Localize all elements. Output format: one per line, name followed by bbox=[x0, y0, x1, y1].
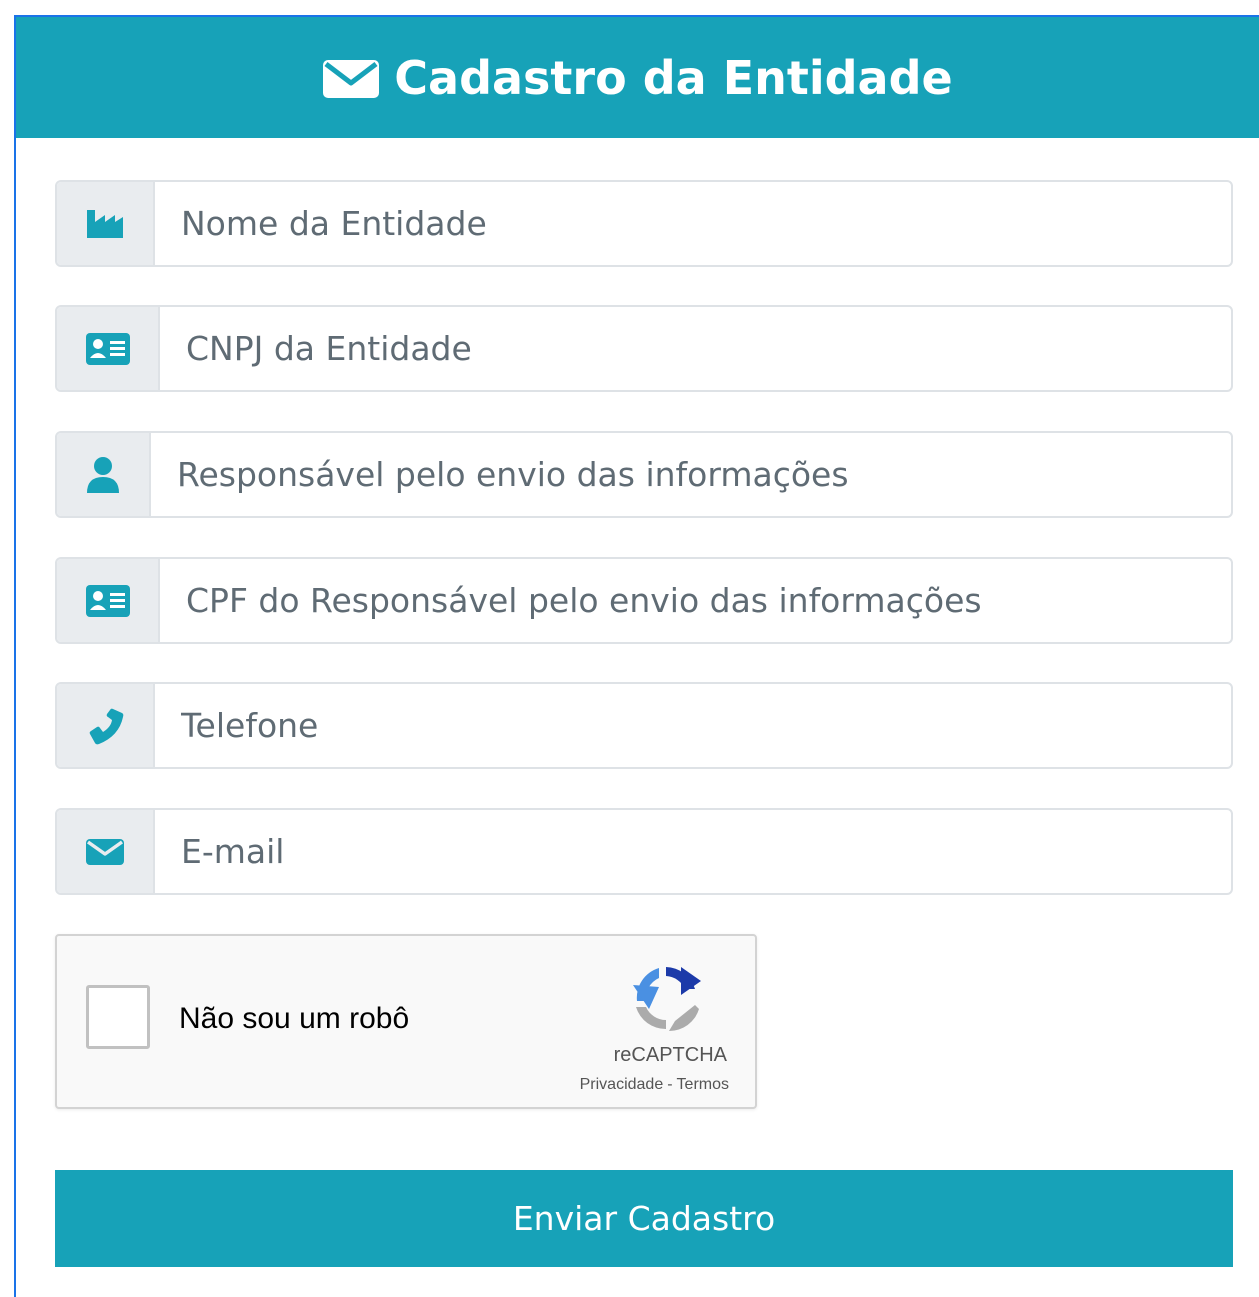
recaptcha-terms-link[interactable]: Termos bbox=[677, 1076, 729, 1093]
email-group bbox=[55, 808, 1233, 895]
entity-name-input[interactable] bbox=[155, 182, 1231, 265]
email-input[interactable] bbox=[155, 810, 1231, 893]
phone-icon bbox=[57, 684, 155, 767]
cpf-group bbox=[55, 557, 1233, 644]
recaptcha-label: Não sou um robô bbox=[179, 1002, 410, 1035]
id-card-icon bbox=[57, 307, 160, 390]
envelope-icon bbox=[322, 59, 380, 98]
recaptcha-privacy-link[interactable]: Privacidade bbox=[580, 1076, 664, 1093]
phone-group bbox=[55, 682, 1233, 769]
card-header: Cadastro da Entidade bbox=[16, 17, 1259, 138]
cnpj-group bbox=[55, 305, 1233, 392]
recaptcha-links: Privacidade - Termos bbox=[580, 1076, 729, 1094]
submit-button[interactable]: Enviar Cadastro bbox=[55, 1170, 1233, 1267]
envelope-icon bbox=[57, 810, 155, 893]
registration-card: Cadastro da Entidade Nome da Entidade CN… bbox=[14, 15, 1259, 1297]
recaptcha-checkbox[interactable] bbox=[86, 985, 150, 1049]
responsible-input[interactable] bbox=[151, 433, 1231, 516]
id-card-icon bbox=[57, 559, 160, 642]
cpf-input[interactable] bbox=[160, 559, 1231, 642]
recaptcha-links-separator: - bbox=[667, 1076, 673, 1093]
phone-input[interactable] bbox=[155, 684, 1231, 767]
responsible-group bbox=[55, 431, 1233, 518]
cnpj-input[interactable] bbox=[160, 307, 1231, 390]
recaptcha-widget: Não sou um robô reCAPTCHA Privacidade - Te… bbox=[55, 934, 757, 1109]
entity-name-group bbox=[55, 180, 1233, 267]
user-icon bbox=[57, 433, 151, 516]
page-title: Cadastro da Entidade bbox=[394, 50, 953, 105]
industry-icon bbox=[57, 182, 155, 265]
recaptcha-logo-icon bbox=[629, 961, 703, 1035]
recaptcha-brand: reCAPTCHA bbox=[613, 1044, 727, 1066]
